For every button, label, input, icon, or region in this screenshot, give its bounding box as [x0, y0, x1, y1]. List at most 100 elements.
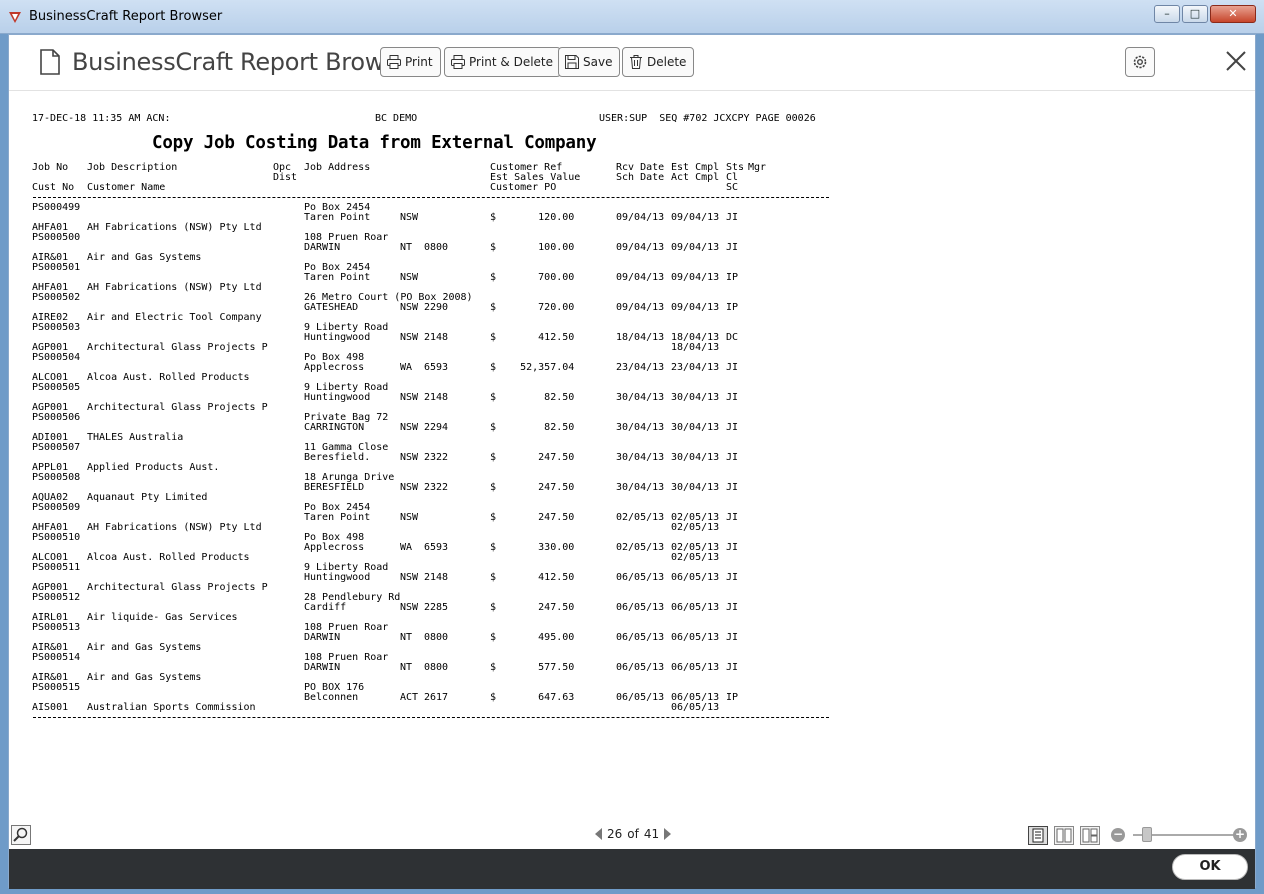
- customer-name: Architectural Glass Projects P: [87, 402, 268, 413]
- job-no: PS000510: [32, 532, 81, 543]
- report-title: Copy Job Costing Data from External Comp…: [152, 133, 597, 153]
- rcv-date: 18/04/13: [616, 332, 665, 343]
- find-button[interactable]: [11, 825, 31, 845]
- customer-name: Alcoa Aust. Rolled Products: [87, 372, 250, 383]
- est-cmpl-date: 09/04/13: [671, 302, 720, 313]
- col-header-job-no: Job No: [32, 162, 69, 173]
- est-cmpl-date: 30/04/13: [671, 452, 720, 463]
- status: JI: [726, 242, 739, 253]
- postcode: 2148: [424, 392, 449, 403]
- report-header-company: BC DEMO: [375, 113, 418, 124]
- status: IP: [726, 692, 739, 703]
- status: JI: [726, 482, 739, 493]
- single-page-view-button[interactable]: [1028, 826, 1048, 845]
- status: JI: [726, 662, 739, 673]
- previous-page-icon[interactable]: [595, 828, 602, 840]
- est-sales-value: $ 247.50: [490, 452, 575, 463]
- zoom-out-icon[interactable]: −: [1111, 828, 1125, 842]
- job-no: PS000509: [32, 502, 81, 513]
- address-line-2: Applecross: [304, 362, 365, 373]
- job-no: PS000507: [32, 442, 81, 453]
- customer-name: Architectural Glass Projects P: [87, 342, 268, 353]
- state: NSW: [400, 272, 419, 283]
- est-sales-value: $ 700.00: [490, 272, 575, 283]
- minimize-icon: –: [1164, 7, 1170, 20]
- col-header-sch-date: Sch Date: [616, 172, 665, 183]
- two-page-icon: [1056, 828, 1072, 843]
- status: JI: [726, 422, 739, 433]
- col-header-act-cmpl: Act Cmpl: [671, 172, 720, 183]
- ok-button[interactable]: OK: [1172, 854, 1248, 880]
- print-label: Print: [405, 55, 433, 69]
- est-sales-value: $ 647.63: [490, 692, 575, 703]
- close-report-icon[interactable]: [1224, 49, 1248, 73]
- minimize-button[interactable]: –: [1154, 5, 1180, 23]
- est-sales-value: $ 247.50: [490, 602, 575, 613]
- save-button[interactable]: Save: [558, 47, 621, 77]
- status: JI: [726, 452, 739, 463]
- est-cmpl-date: 09/04/13: [671, 272, 720, 283]
- address-line-2: Taren Point: [304, 212, 371, 223]
- status: JI: [726, 572, 739, 583]
- status: JI: [726, 392, 739, 403]
- job-no: PS000511: [32, 562, 81, 573]
- job-no: PS000506: [32, 412, 81, 423]
- address-line-2: DARWIN: [304, 242, 341, 253]
- address-line-2: GATESHEAD: [304, 302, 359, 313]
- customer-name: THALES Australia: [87, 432, 184, 443]
- est-cmpl-date: 30/04/13: [671, 392, 720, 403]
- maximize-button[interactable]: □: [1182, 5, 1208, 23]
- print-delete-label: Print & Delete: [469, 55, 554, 69]
- settings-button[interactable]: [1125, 47, 1155, 77]
- rcv-date: 02/05/13: [616, 542, 665, 553]
- job-no: PS000505: [32, 382, 81, 393]
- print-button[interactable]: Print: [380, 47, 441, 77]
- address-line-2: Taren Point: [304, 512, 371, 523]
- job-no: PS000512: [32, 592, 81, 603]
- two-page-view-button[interactable]: [1054, 826, 1074, 845]
- multi-page-view-button[interactable]: [1080, 826, 1100, 845]
- address-line-2: BERESFIELD: [304, 482, 365, 493]
- state: WA: [400, 542, 413, 553]
- delete-button[interactable]: Delete: [622, 47, 695, 77]
- cust-no: AIS001: [32, 702, 69, 713]
- postcode: 2148: [424, 332, 449, 343]
- est-cmpl-date: 09/04/13: [671, 212, 720, 223]
- app-title: BusinessCraft Report Browser: [72, 48, 421, 76]
- postcode: 0800: [424, 632, 449, 643]
- zoom-slider-thumb[interactable]: [1142, 827, 1152, 842]
- current-page: 26: [607, 827, 623, 841]
- col-header-dist: Dist: [273, 172, 298, 183]
- status-bar: 26 of 41 − +: [9, 821, 1255, 849]
- est-cmpl-date: 23/04/13: [671, 362, 720, 373]
- rcv-date: 09/04/13: [616, 302, 665, 313]
- window-close-button[interactable]: ✕: [1210, 5, 1256, 23]
- zoom-in-icon[interactable]: +: [1233, 828, 1247, 842]
- customer-name: Air and Electric Tool Company: [87, 312, 262, 323]
- customer-name: Air and Gas Systems: [87, 642, 202, 653]
- report-header-right: USER:SUP SEQ #702 JCXCPY PAGE 00026: [599, 113, 816, 124]
- document-icon: [40, 49, 60, 75]
- status: JI: [726, 542, 739, 553]
- maximize-icon: □: [1189, 7, 1201, 20]
- customer-name: Australian Sports Commission: [87, 702, 256, 713]
- state: NSW: [400, 452, 419, 463]
- est-cmpl-date: 09/04/13: [671, 242, 720, 253]
- state: ACT: [400, 692, 419, 703]
- state: NSW: [400, 482, 419, 493]
- postcode: 2285: [424, 602, 449, 613]
- postcode: 2290: [424, 302, 449, 313]
- rcv-date: 30/04/13: [616, 482, 665, 493]
- col-header-job-address: Job Address: [304, 162, 371, 173]
- next-page-icon[interactable]: [664, 828, 672, 840]
- window-title: BusinessCraft Report Browser: [29, 9, 223, 24]
- est-sales-value: $ 247.50: [490, 512, 575, 523]
- col-header-cust-no: Cust No: [32, 182, 75, 193]
- est-sales-value: $ 412.50: [490, 332, 575, 343]
- rcv-date: 06/05/13: [616, 632, 665, 643]
- state: NSW: [400, 602, 419, 613]
- report-page: 17-DEC-18 11:35 AM ACN: BC DEMO USER:SUP…: [9, 91, 1255, 821]
- est-sales-value: $ 82.50: [490, 392, 575, 403]
- postcode: 2617: [424, 692, 449, 703]
- print-delete-button[interactable]: Print & Delete: [444, 47, 562, 77]
